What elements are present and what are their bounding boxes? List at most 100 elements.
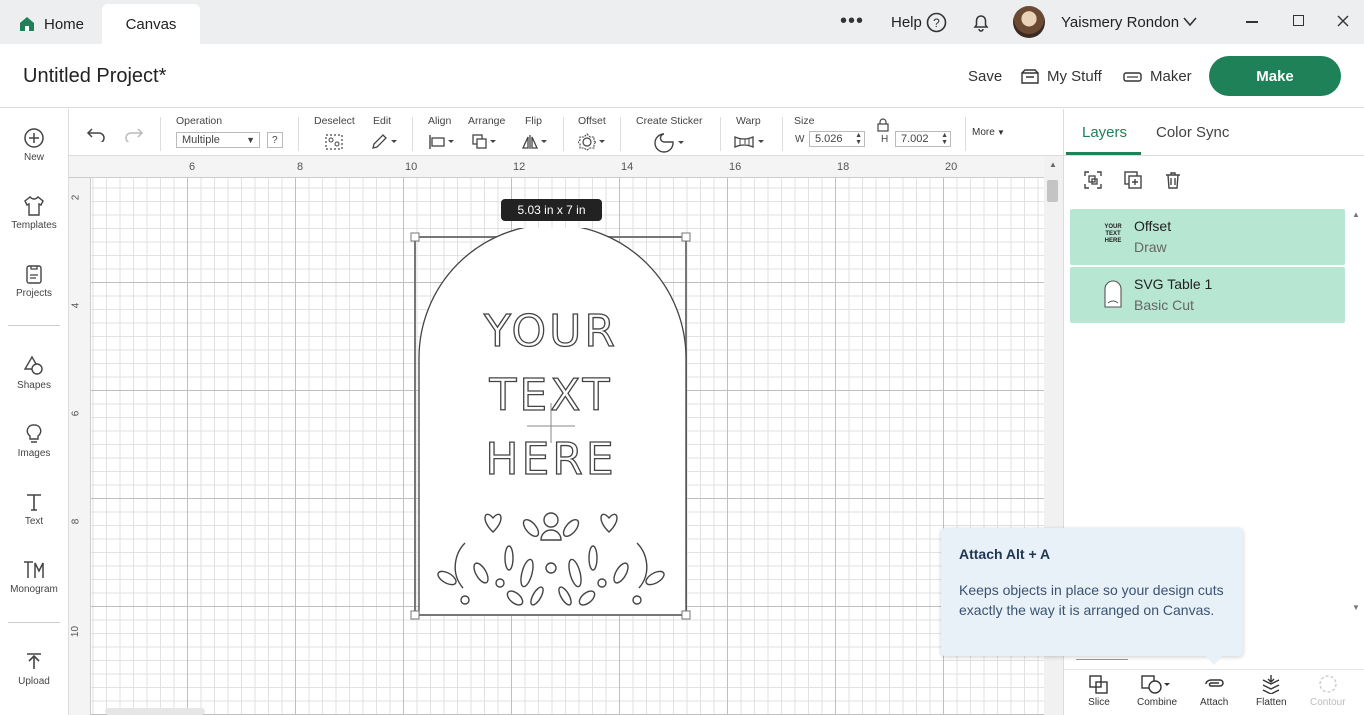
redo-icon[interactable]	[124, 126, 144, 142]
maximize-icon[interactable]	[1293, 15, 1304, 26]
align-label: Align	[428, 115, 452, 127]
scroll-up-icon[interactable]: ▲	[1352, 210, 1360, 219]
offset-icon[interactable]	[578, 133, 606, 151]
align-icon[interactable]	[428, 133, 456, 151]
undo-icon[interactable]	[86, 126, 106, 142]
stepper-icon[interactable]: ▲ ▼	[855, 132, 862, 146]
more-dots-icon[interactable]: •••	[840, 10, 864, 33]
layer-item[interactable]: YOUR TEXT HERE Offset Draw	[1070, 209, 1345, 265]
resize-handle[interactable]	[410, 610, 420, 620]
slice-button[interactable]: Slice	[1088, 674, 1110, 708]
operation-select[interactable]: Multiple ▼	[176, 132, 260, 148]
caret-down-icon: ▼	[246, 135, 255, 145]
scroll-thumb[interactable]	[1047, 180, 1058, 202]
sticker-icon[interactable]	[654, 133, 688, 153]
layer-item[interactable]: SVG Table 1 Basic Cut	[1070, 267, 1345, 323]
left-sidebar: New Templates Projects Shapes Images Tex…	[0, 109, 69, 715]
layer-type: Basic Cut	[1134, 297, 1194, 313]
sidebar-item-projects[interactable]: Projects	[0, 263, 68, 299]
tab-canvas-label: Canvas	[125, 15, 177, 33]
canvas-layer-chip	[1076, 657, 1128, 660]
tooltip-arrow	[1205, 655, 1223, 665]
project-title[interactable]: Untitled Project*	[23, 65, 166, 88]
combine-button[interactable]: Combine	[1137, 674, 1177, 708]
contour-button[interactable]: Contour	[1310, 674, 1346, 708]
design-text-line: YOUR	[483, 306, 618, 357]
ruler-number: 14	[621, 161, 634, 173]
scroll-down-icon[interactable]: ▼	[1352, 603, 1360, 612]
toolbar-divider	[563, 117, 564, 151]
flatten-icon	[1262, 675, 1280, 694]
flip-icon[interactable]	[521, 133, 549, 151]
operation-label: Operation	[176, 115, 223, 127]
save-button[interactable]: Save	[968, 68, 1002, 85]
flatten-button[interactable]: Flatten	[1256, 674, 1287, 708]
resize-handle[interactable]	[681, 610, 691, 620]
sidebar-item-label: Projects	[15, 288, 53, 299]
chevron-down-icon[interactable]	[1183, 17, 1197, 27]
tab-color-sync[interactable]: Color Sync	[1156, 124, 1229, 141]
height-input[interactable]: 7.002 ▲ ▼	[895, 131, 951, 147]
design-artwork[interactable]: YOUR TEXT HERE	[405, 228, 697, 628]
ruler-number: 8	[70, 518, 82, 525]
close-icon[interactable]	[1337, 15, 1349, 27]
edit-pencil-icon[interactable]	[370, 133, 398, 151]
ruler-number: 8	[297, 161, 304, 173]
sidebar-item-text[interactable]: Text	[0, 491, 68, 527]
resize-handle[interactable]	[681, 232, 691, 242]
horizontal-scrollbar[interactable]	[105, 708, 205, 715]
lock-icon[interactable]	[877, 118, 889, 132]
scroll-up-icon[interactable]: ▲	[1049, 160, 1057, 169]
attach-tooltip: Attach Alt + A Keeps objects in place so…	[941, 528, 1243, 656]
maker-button[interactable]: Maker	[1123, 68, 1192, 85]
ruler-number: 16	[729, 161, 742, 173]
sidebar-item-templates[interactable]: Templates	[0, 195, 68, 231]
tool-label: Attach	[1200, 697, 1229, 708]
operation-help-button[interactable]: ?	[267, 132, 283, 148]
help-q: ?	[272, 134, 278, 146]
tool-label: Contour	[1310, 697, 1346, 708]
sidebar-item-monogram[interactable]: Monogram	[0, 559, 68, 595]
tool-label: Combine	[1137, 697, 1178, 708]
make-button[interactable]: Make	[1209, 56, 1341, 96]
arrange-icon[interactable]	[471, 133, 499, 151]
toolbar-divider	[720, 117, 721, 151]
machine-icon	[1123, 71, 1142, 82]
edit-toolbar: Operation Multiple ▼ ? Deselect Edit Alig…	[69, 109, 1063, 156]
group-icon[interactable]	[1083, 170, 1103, 190]
resize-handle[interactable]	[410, 232, 420, 242]
layer-thumbnail	[1104, 280, 1122, 308]
my-stuff-button[interactable]: My Stuff	[1021, 68, 1102, 85]
tab-canvas[interactable]: Canvas	[102, 4, 200, 44]
warp-icon[interactable]	[733, 133, 767, 151]
layer-tools-bar: Slice Combine Attach Flatten Contour	[1064, 669, 1364, 715]
sidebar-item-shapes[interactable]: Shapes	[0, 355, 68, 391]
tab-layers[interactable]: Layers	[1082, 124, 1127, 141]
sidebar-item-label: Monogram	[10, 584, 58, 595]
avatar[interactable]	[1013, 6, 1045, 38]
more-button[interactable]: More ▼	[972, 127, 1005, 138]
trash-icon[interactable]	[1163, 170, 1183, 190]
sidebar-item-new[interactable]: New	[0, 127, 68, 163]
sidebar-item-images[interactable]: Images	[0, 423, 68, 459]
user-name[interactable]: Yaismery Rondon	[1061, 14, 1179, 31]
svg-text:?: ?	[933, 16, 940, 30]
layer-type: Draw	[1134, 239, 1167, 255]
layer-thumb-text: YOUR TEXT HERE	[1104, 224, 1122, 244]
size-tooltip: 5.03 in x 7 in	[501, 199, 602, 221]
stepper-icon[interactable]: ▲ ▼	[941, 132, 948, 146]
text-icon	[27, 494, 41, 511]
shapes-icon	[23, 355, 43, 375]
help-link[interactable]: Help	[891, 14, 922, 31]
minimize-icon[interactable]	[1246, 21, 1258, 23]
attach-button[interactable]: Attach	[1200, 674, 1228, 708]
width-input[interactable]: 5.026 ▲ ▼	[809, 131, 865, 147]
bell-icon[interactable]	[971, 12, 991, 32]
deselect-icon[interactable]	[324, 133, 344, 151]
ruler-number: 10	[405, 161, 418, 173]
sidebar-item-upload[interactable]: Upload	[0, 651, 68, 687]
duplicate-icon[interactable]	[1123, 170, 1143, 190]
help-icon[interactable]: ?	[926, 12, 947, 33]
my-stuff-icon	[1021, 69, 1039, 84]
ruler-number: 10	[70, 625, 82, 638]
